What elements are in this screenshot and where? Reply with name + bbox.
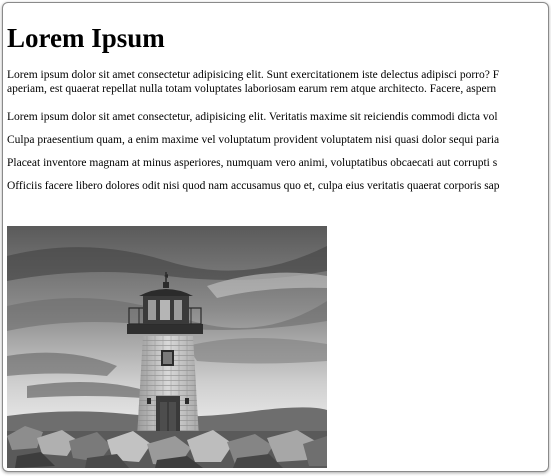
lighthouse-photo — [7, 226, 327, 468]
paragraph-2: Lorem ipsum dolor sit amet consectetur, … — [7, 111, 498, 123]
page-content: Lorem Ipsum Lorem ipsum dolor sit amet c… — [7, 3, 548, 202]
paragraph-1-line-1: Lorem ipsum dolor sit amet consectetur a… — [7, 69, 500, 81]
browser-viewport: Lorem Ipsum Lorem ipsum dolor sit amet c… — [2, 2, 549, 472]
rocks — [7, 426, 327, 468]
paragraph-1-line-2: aperiam, est quaerat repellat nulla tota… — [7, 83, 497, 95]
paragraph-5: Officiis facere libero dolores odit nisi… — [7, 180, 500, 192]
page-title: Lorem Ipsum — [7, 23, 165, 53]
paragraph-4: Placeat inventore magnam at minus asperi… — [7, 157, 498, 169]
paragraph-1: Lorem ipsum dolor sit amet consectetur a… — [7, 68, 548, 96]
paragraph-3: Culpa praesentium quam, a enim maxime ve… — [7, 134, 500, 146]
